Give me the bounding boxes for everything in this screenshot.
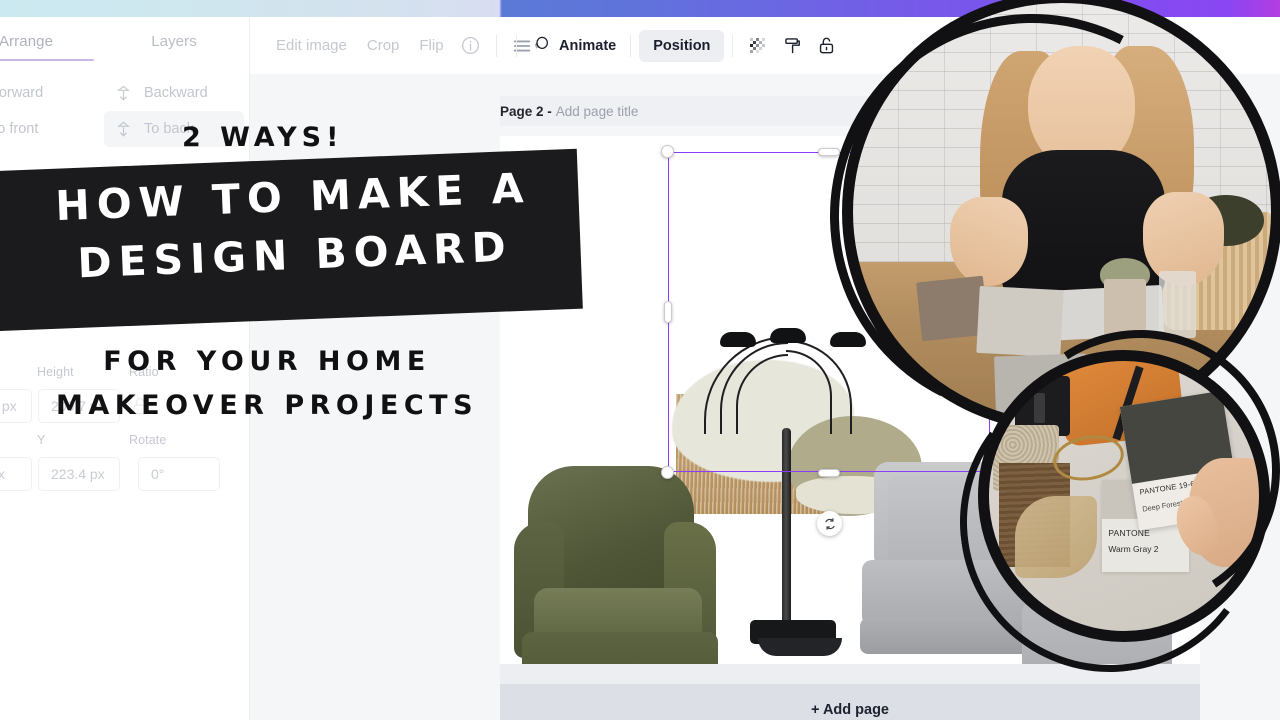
page-title: HOW TO MAKE A DESIGN BOARD bbox=[6, 157, 582, 295]
add-page-button[interactable]: + Add page bbox=[500, 684, 1200, 720]
toolbar-divider bbox=[495, 34, 497, 57]
rotate-handle-icon[interactable] bbox=[817, 511, 842, 536]
flip-button[interactable]: Flip bbox=[409, 28, 453, 64]
selection-handle-bottom[interactable] bbox=[818, 469, 840, 477]
position-button[interactable]: Position bbox=[639, 29, 725, 62]
toolbar-divider bbox=[732, 34, 734, 57]
screenshot-root: Arrange Layers Forward bbox=[0, 0, 1280, 720]
lock-open-icon[interactable] bbox=[809, 29, 843, 63]
arrange-action-forward-label: Forward bbox=[0, 85, 44, 101]
toolbar-left-group: Edit image Crop Flip bbox=[266, 17, 539, 74]
animate-label: Animate bbox=[559, 37, 617, 54]
page-number-label: Page 2 - bbox=[500, 103, 552, 119]
add-page-label: + Add page bbox=[810, 702, 889, 718]
animate-button[interactable]: Animate bbox=[525, 29, 622, 63]
selection-handle-top-left[interactable] bbox=[661, 145, 674, 158]
rotate-field-label: Rotate bbox=[129, 433, 167, 447]
tab-arrange[interactable]: Arrange bbox=[0, 25, 102, 65]
arrange-action-to-front-label: To front bbox=[0, 121, 39, 137]
subtitle: FOR YOUR HOME MAKEOVER PROJECTS bbox=[38, 340, 496, 428]
page-title-input[interactable]: Add page title bbox=[556, 104, 639, 119]
subtitle-line-1: FOR YOUR HOME bbox=[103, 346, 431, 377]
arrow-down-layer-icon bbox=[114, 120, 133, 139]
arrange-action-to-front[interactable]: To front bbox=[0, 111, 98, 147]
position-label: Position bbox=[653, 37, 711, 54]
panel-tab-strip: Arrange Layers bbox=[0, 25, 250, 67]
y-field-label: Y bbox=[37, 433, 46, 447]
crop-button[interactable]: Crop bbox=[357, 28, 410, 64]
arrange-action-backward-label: Backward bbox=[144, 85, 208, 101]
edit-image-button[interactable]: Edit image bbox=[266, 28, 357, 64]
arrange-action-forward[interactable]: Forward bbox=[0, 75, 98, 111]
toolbar-divider bbox=[630, 34, 632, 57]
tab-layers-label: Layers bbox=[151, 33, 197, 50]
y-input[interactable]: 223.4 px bbox=[38, 457, 120, 491]
selection-handle-bottom-left[interactable] bbox=[661, 466, 674, 479]
info-icon[interactable] bbox=[454, 29, 488, 63]
arrange-action-backward[interactable]: Backward bbox=[104, 75, 244, 111]
x-input[interactable]: 100 px bbox=[0, 457, 32, 491]
subtitle-line-2: MAKEOVER PROJECTS bbox=[55, 390, 479, 421]
eyebrow-text: 2 WAYS! bbox=[182, 122, 344, 153]
toolbar-divider bbox=[516, 34, 517, 57]
arrow-down-layer-icon bbox=[114, 84, 133, 103]
rotate-input[interactable]: 0° bbox=[138, 457, 220, 491]
tab-arrange-label: Arrange bbox=[0, 33, 54, 50]
paint-roller-icon[interactable] bbox=[775, 29, 809, 63]
transparency-checker-icon[interactable] bbox=[741, 29, 775, 63]
toolbar-right-group: Animate Position bbox=[508, 17, 843, 74]
selection-handle-top[interactable] bbox=[818, 148, 840, 156]
animate-circle-icon bbox=[531, 34, 551, 58]
width-input[interactable]: 300.4 px bbox=[0, 389, 32, 423]
tab-layers[interactable]: Layers bbox=[108, 25, 240, 65]
selection-handle-left[interactable] bbox=[664, 301, 672, 323]
